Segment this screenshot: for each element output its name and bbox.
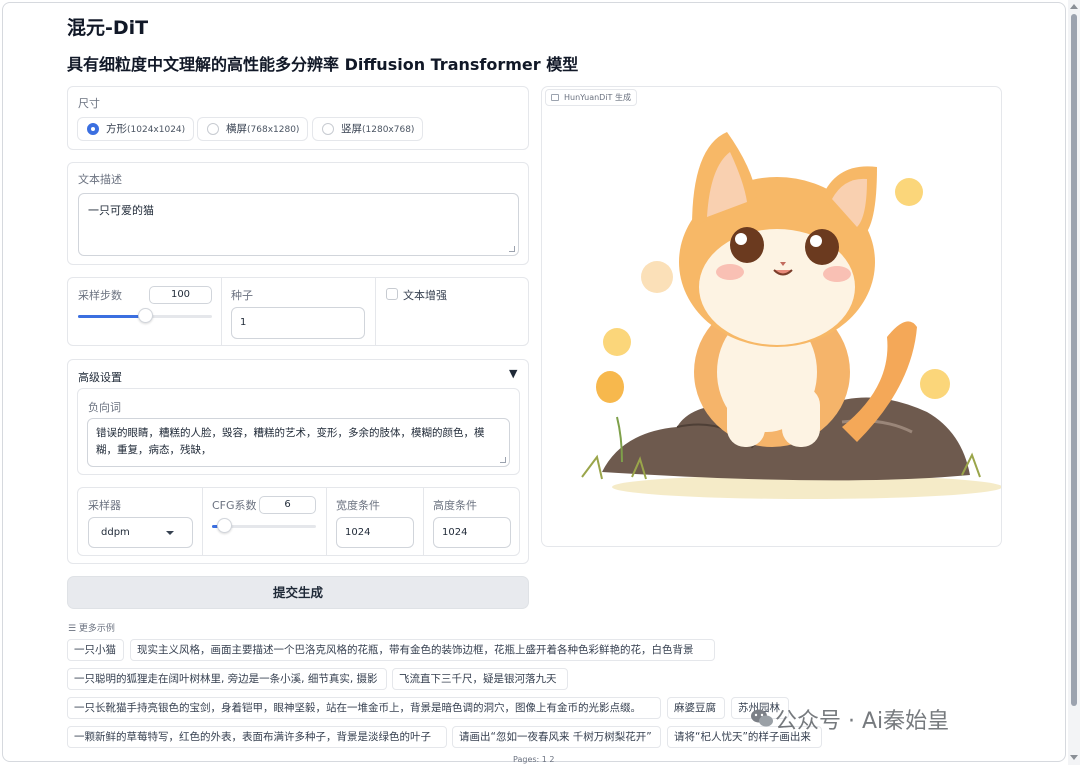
size-option-name: 方形 xyxy=(106,123,127,135)
width-input[interactable]: 1024 xyxy=(336,517,414,548)
app-subtitle: 具有细粒度中文理解的高性能多分辨率 Diffusion Transformer … xyxy=(67,55,579,74)
example-chip[interactable]: 飞流直下三千尺，疑是银河落九天 xyxy=(392,668,568,690)
radio-icon xyxy=(322,123,334,135)
resize-handle-icon[interactable] xyxy=(500,457,506,463)
seed-input[interactable]: 1 xyxy=(231,307,365,339)
params-panel: 采样步数 100 种子 1 文本增强 xyxy=(67,277,529,346)
sampler-value: ddpm xyxy=(101,527,130,538)
examples-pagination[interactable]: Pages: 1 2 xyxy=(513,755,555,764)
example-chip[interactable]: 一只长靴猫手持亮银色的宝剑，身着铠甲，眼神坚毅，站在一堆金币上，背景是暗色调的洞… xyxy=(67,697,661,719)
cfg-label: CFG系数 xyxy=(212,499,257,512)
collapse-triangle-icon[interactable]: ▼ xyxy=(509,367,517,380)
size-panel: 尺寸 方形(1024x1024) 横屏(768x1280) 竖屏(1280x76… xyxy=(67,86,529,150)
height-input[interactable]: 1024 xyxy=(433,517,511,548)
size-option-dims: (1024x1024) xyxy=(127,125,186,135)
resize-handle-icon[interactable] xyxy=(509,246,515,252)
cfg-slider-thumb[interactable] xyxy=(217,518,233,533)
divider xyxy=(202,488,203,555)
height-label: 高度条件 xyxy=(433,499,477,512)
size-option-portrait[interactable]: 竖屏(1280x768) xyxy=(312,117,424,141)
divider xyxy=(375,278,376,345)
divider xyxy=(326,488,327,555)
size-option-name: 横屏 xyxy=(226,123,247,135)
scroll-down-arrow-icon[interactable] xyxy=(1070,755,1078,760)
example-chip[interactable]: 请画出“忽如一夜春风来 千树万树梨花开” xyxy=(452,726,661,748)
size-option-square[interactable]: 方形(1024x1024) xyxy=(77,117,195,141)
generated-cat-image xyxy=(581,132,1001,499)
negative-label: 负向词 xyxy=(88,401,121,414)
steps-slider-fill xyxy=(78,315,145,318)
steps-slider-thumb[interactable] xyxy=(138,308,153,323)
example-chip[interactable]: 一只小猫 xyxy=(67,639,124,661)
examples-title: ☰ 更多示例 xyxy=(68,624,115,634)
scroll-thumb[interactable] xyxy=(1071,14,1077,706)
sampler-dropdown[interactable]: ddpm xyxy=(88,517,193,548)
app-title: 混元-DiT xyxy=(67,17,149,39)
negative-prompt-text: 错误的眼睛，糟糕的人脸，毁容，糟糕的艺术，变形，多余的肢体，模糊的颜色，模糊，重… xyxy=(96,427,485,456)
sampler-panel: 采样器 ddpm CFG系数 6 宽度条件 1024 高度条件 1024 xyxy=(77,487,520,556)
negative-prompt-panel: 负向词 错误的眼睛，糟糕的人脸，毁容，糟糕的艺术，变形，多余的肢体，模糊的颜色，… xyxy=(77,388,520,475)
width-label: 宽度条件 xyxy=(336,499,380,512)
radio-selected-icon xyxy=(87,123,99,135)
example-chip[interactable]: 麻婆豆腐 xyxy=(667,697,725,719)
cfg-number-input[interactable]: 6 xyxy=(259,496,316,514)
prompt-panel: 文本描述 一只可爱的猫 xyxy=(67,162,529,265)
page-scrollbar[interactable] xyxy=(1068,0,1080,765)
enhance-label: 文本增强 xyxy=(403,289,447,302)
output-image-panel: HunYuanDiT 生成 xyxy=(541,86,1002,547)
divider xyxy=(423,488,424,555)
size-option-dims: (768x1280) xyxy=(247,125,300,135)
dropdown-caret-icon xyxy=(166,531,174,535)
prompt-label: 文本描述 xyxy=(78,173,122,186)
size-option-landscape[interactable]: 横屏(768x1280) xyxy=(197,117,309,141)
divider xyxy=(221,278,222,345)
steps-label: 采样步数 xyxy=(78,289,122,302)
submit-button[interactable]: 提交生成 xyxy=(67,576,529,609)
size-option-dims: (1280x768) xyxy=(362,125,415,135)
radio-icon xyxy=(207,123,219,135)
size-option-name: 竖屏 xyxy=(341,123,362,135)
advanced-label[interactable]: 高级设置 xyxy=(78,369,122,385)
prompt-text: 一只可爱的猫 xyxy=(88,204,154,217)
prompt-input[interactable]: 一只可爱的猫 xyxy=(78,193,519,256)
example-chip[interactable]: 一只聪明的狐狸走在阔叶树林里, 旁边是一条小溪, 细节真实, 摄影 xyxy=(67,668,387,690)
wechat-icon xyxy=(751,709,773,727)
enhance-checkbox[interactable] xyxy=(386,288,398,300)
negative-prompt-input[interactable]: 错误的眼睛，糟糕的人脸，毁容，糟糕的艺术，变形，多余的肢体，模糊的颜色，模糊，重… xyxy=(87,418,510,467)
seed-label: 种子 xyxy=(231,289,253,302)
advanced-panel: 高级设置 ▼ 负向词 错误的眼睛，糟糕的人脸，毁容，糟糕的艺术，变形，多余的肢体… xyxy=(67,359,529,564)
example-chip[interactable]: 现实主义风格，画面主要描述一个巴洛克风格的花瓶，带有金色的装饰边框，花瓶上盛开着… xyxy=(130,639,715,661)
example-chip[interactable]: 一颗新鲜的草莓特写，红色的外表，表面布满许多种子，背景是淡绿色的叶子 xyxy=(67,726,447,748)
size-label: 尺寸 xyxy=(78,97,100,110)
sampler-label: 采样器 xyxy=(88,499,121,512)
watermark-text: 公众号 · Ai秦始皇 xyxy=(775,709,950,734)
scroll-up-arrow-icon[interactable] xyxy=(1070,4,1078,9)
steps-number-input[interactable]: 100 xyxy=(149,286,212,304)
